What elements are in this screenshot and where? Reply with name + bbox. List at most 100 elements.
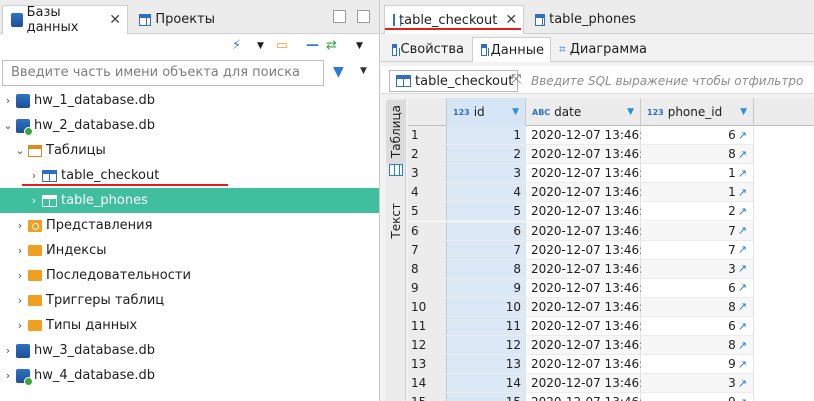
column-header-id[interactable]: 123 id ▼	[447, 98, 526, 126]
row-number[interactable]: 4	[408, 183, 447, 203]
chevron-right-icon[interactable]: ›	[14, 294, 26, 307]
cell-date[interactable]: 2020-12-07 13:46:19	[526, 393, 658, 401]
row-number[interactable]: 11	[408, 317, 447, 336]
chevron-right-icon[interactable]: ›	[14, 319, 26, 332]
row-number-header[interactable]	[408, 98, 447, 126]
row-number[interactable]: 10	[408, 297, 447, 317]
cell-phone-id[interactable]: 1 ↗	[641, 183, 754, 203]
collapse-all-icon[interactable]: —	[306, 38, 319, 53]
sql-filter-input[interactable]: Введите SQL выражение чтобы отфильтро	[531, 74, 803, 88]
chevron-down-icon[interactable]: ⌄	[2, 119, 14, 132]
cell-id[interactable]: 1	[447, 126, 526, 145]
tab-table-phones[interactable]: table_phones	[527, 5, 642, 34]
new-connection-icon[interactable]: ⚡	[232, 38, 241, 53]
cell-id[interactable]: 8	[447, 259, 526, 279]
row-number[interactable]: 13	[408, 355, 447, 375]
cell-date[interactable]: 2020-12-07 13:46:19	[526, 317, 658, 336]
cell-id[interactable]: 15	[447, 393, 526, 401]
table-row[interactable]: 13 13 2020-12-07 13:46:19 9 ↗	[408, 355, 814, 375]
table-row[interactable]: 9 9 2020-12-07 13:46:19 6 ↗	[408, 278, 814, 298]
cell-phone-id[interactable]: 7 ↗	[641, 240, 754, 260]
cell-phone-id[interactable]: 1 ↗	[641, 164, 754, 184]
tree-item-table-phones[interactable]: › table_phones	[0, 188, 379, 213]
table-row[interactable]: 8 8 2020-12-07 13:46:19 3 ↗	[408, 259, 814, 279]
cell-date[interactable]: 2020-12-07 13:46:19	[526, 240, 658, 260]
chevron-right-icon[interactable]: ›	[2, 94, 14, 107]
cell-date[interactable]: 2020-12-07 13:46:19	[526, 259, 658, 279]
tab-data[interactable]: Данные	[472, 37, 551, 62]
cell-phone-id[interactable]: 3 ↗	[641, 259, 754, 279]
row-number[interactable]: 2	[408, 145, 447, 165]
foreign-key-link-icon[interactable]: ↗	[738, 281, 747, 294]
cell-id[interactable]: 4	[447, 183, 526, 203]
foreign-key-link-icon[interactable]: ↗	[738, 186, 747, 199]
row-number[interactable]: 8	[408, 259, 447, 279]
chevron-down-icon[interactable]: ▼	[360, 66, 367, 76]
tree-item-tables[interactable]: ⌄ Таблицы	[0, 138, 379, 163]
cell-date[interactable]: 2020-12-07 13:46:19	[526, 221, 658, 241]
table-row[interactable]: 3 3 2020-12-07 13:46:19 1 ↗	[408, 164, 814, 184]
tree-item-hw-4-database[interactable]: › hw_4_database.db	[0, 363, 379, 388]
grid-icon[interactable]	[389, 164, 403, 176]
table-row[interactable]: 15152020-12-07 13:46:199↗	[408, 393, 814, 401]
tree-item-hw-2-database[interactable]: ⌄ hw_2_database.db	[0, 113, 379, 138]
link-editor-icon[interactable]: ⇄	[326, 38, 337, 53]
cell-phone-id[interactable]: 8 ↗	[641, 336, 754, 356]
foreign-key-link-icon[interactable]: ↗	[738, 205, 747, 218]
new-folder-icon[interactable]: ▭	[276, 38, 288, 53]
foreign-key-link-icon[interactable]: ↗	[738, 377, 747, 390]
cell-phone-id[interactable]: 2 ↗	[641, 202, 754, 222]
cell-phone-id[interactable]: 3 ↗	[641, 374, 754, 394]
foreign-key-link-icon[interactable]: ↗	[738, 262, 747, 275]
cell-id[interactable]: 7	[447, 240, 526, 260]
search-input[interactable]: Введите часть имени объекта для поиска	[2, 60, 324, 86]
close-icon[interactable]: ✕	[505, 12, 517, 28]
row-number[interactable]: 6	[408, 221, 447, 241]
table-row[interactable]: 12 12 2020-12-07 13:46:19 8 ↗	[408, 336, 814, 356]
tree-item-data-types[interactable]: › Типы данных	[0, 313, 379, 338]
chevron-down-icon[interactable]: ⌄	[14, 144, 26, 157]
chevron-right-icon[interactable]: ›	[28, 169, 40, 182]
foreign-key-link-icon[interactable]: ↗	[738, 300, 747, 313]
cell-phone-id[interactable]: 8 ↗	[641, 297, 754, 317]
view-menu-icon[interactable]: ▼	[356, 41, 363, 51]
table-row[interactable]: 11 11 2020-12-07 13:46:19 6 ↗	[408, 317, 814, 336]
cell-date[interactable]: 2020-12-07 13:46:19	[526, 355, 658, 375]
row-number[interactable]: 5	[408, 202, 447, 222]
column-header-phone-id[interactable]: 123 phone_id ▼	[641, 98, 754, 126]
foreign-key-link-icon[interactable]: ↗	[738, 358, 747, 371]
cell-id[interactable]: 12	[447, 336, 526, 356]
foreign-key-link-icon[interactable]: ↗	[738, 320, 747, 333]
cell-date[interactable]: 2020-12-07 13:46:19	[526, 145, 658, 165]
chevron-right-icon[interactable]: ›	[14, 269, 26, 282]
tab-projects[interactable]: Проекты	[131, 5, 221, 34]
cell-date[interactable]: 2020-12-07 13:46:19	[526, 336, 658, 356]
cell-id[interactable]: 14	[447, 374, 526, 394]
cell-id[interactable]: 11	[447, 317, 526, 336]
cell-id[interactable]: 9	[447, 278, 526, 298]
row-number[interactable]: 3	[408, 164, 447, 184]
minimize-icon[interactable]	[333, 10, 346, 23]
tab-properties[interactable]: Свойства	[384, 37, 470, 62]
tab-databases[interactable]: Базы данных ✕	[2, 5, 128, 35]
sort-icon[interactable]: ▼	[512, 107, 519, 117]
tree-item-table-triggers[interactable]: › Триггеры таблиц	[0, 288, 379, 313]
cell-id[interactable]: 10	[447, 297, 526, 317]
table-row[interactable]: 5 5 2020-12-07 13:46:19 2 ↗	[408, 202, 814, 222]
cell-phone-id[interactable]: 7 ↗	[641, 221, 754, 241]
cell-date[interactable]: 2020-12-07 13:46:19	[526, 297, 658, 317]
foreign-key-link-icon[interactable]: ↗	[738, 148, 747, 161]
table-row[interactable]: 14 14 2020-12-07 13:46:19 3 ↗	[408, 374, 814, 394]
chevron-down-icon[interactable]: ▼	[257, 41, 264, 51]
column-header-date[interactable]: ABC date ▼	[526, 98, 641, 126]
maximize-icon[interactable]	[357, 10, 370, 23]
cell-id[interactable]: 2	[447, 145, 526, 165]
cell-id[interactable]: 3	[447, 164, 526, 184]
cell-date[interactable]: 2020-12-07 13:46:19	[526, 183, 658, 203]
tree-item-hw-3-database[interactable]: › hw_3_database.db	[0, 338, 379, 363]
row-number[interactable]: 1	[408, 126, 447, 145]
cell-phone-id[interactable]: 6 ↗	[641, 126, 754, 145]
table-row[interactable]: 6 6 2020-12-07 13:46:19 7 ↗	[408, 221, 814, 241]
tab-diagram[interactable]: ⌗ Диаграмма	[551, 37, 651, 62]
cell-phone-id[interactable]: 6 ↗	[641, 278, 754, 298]
